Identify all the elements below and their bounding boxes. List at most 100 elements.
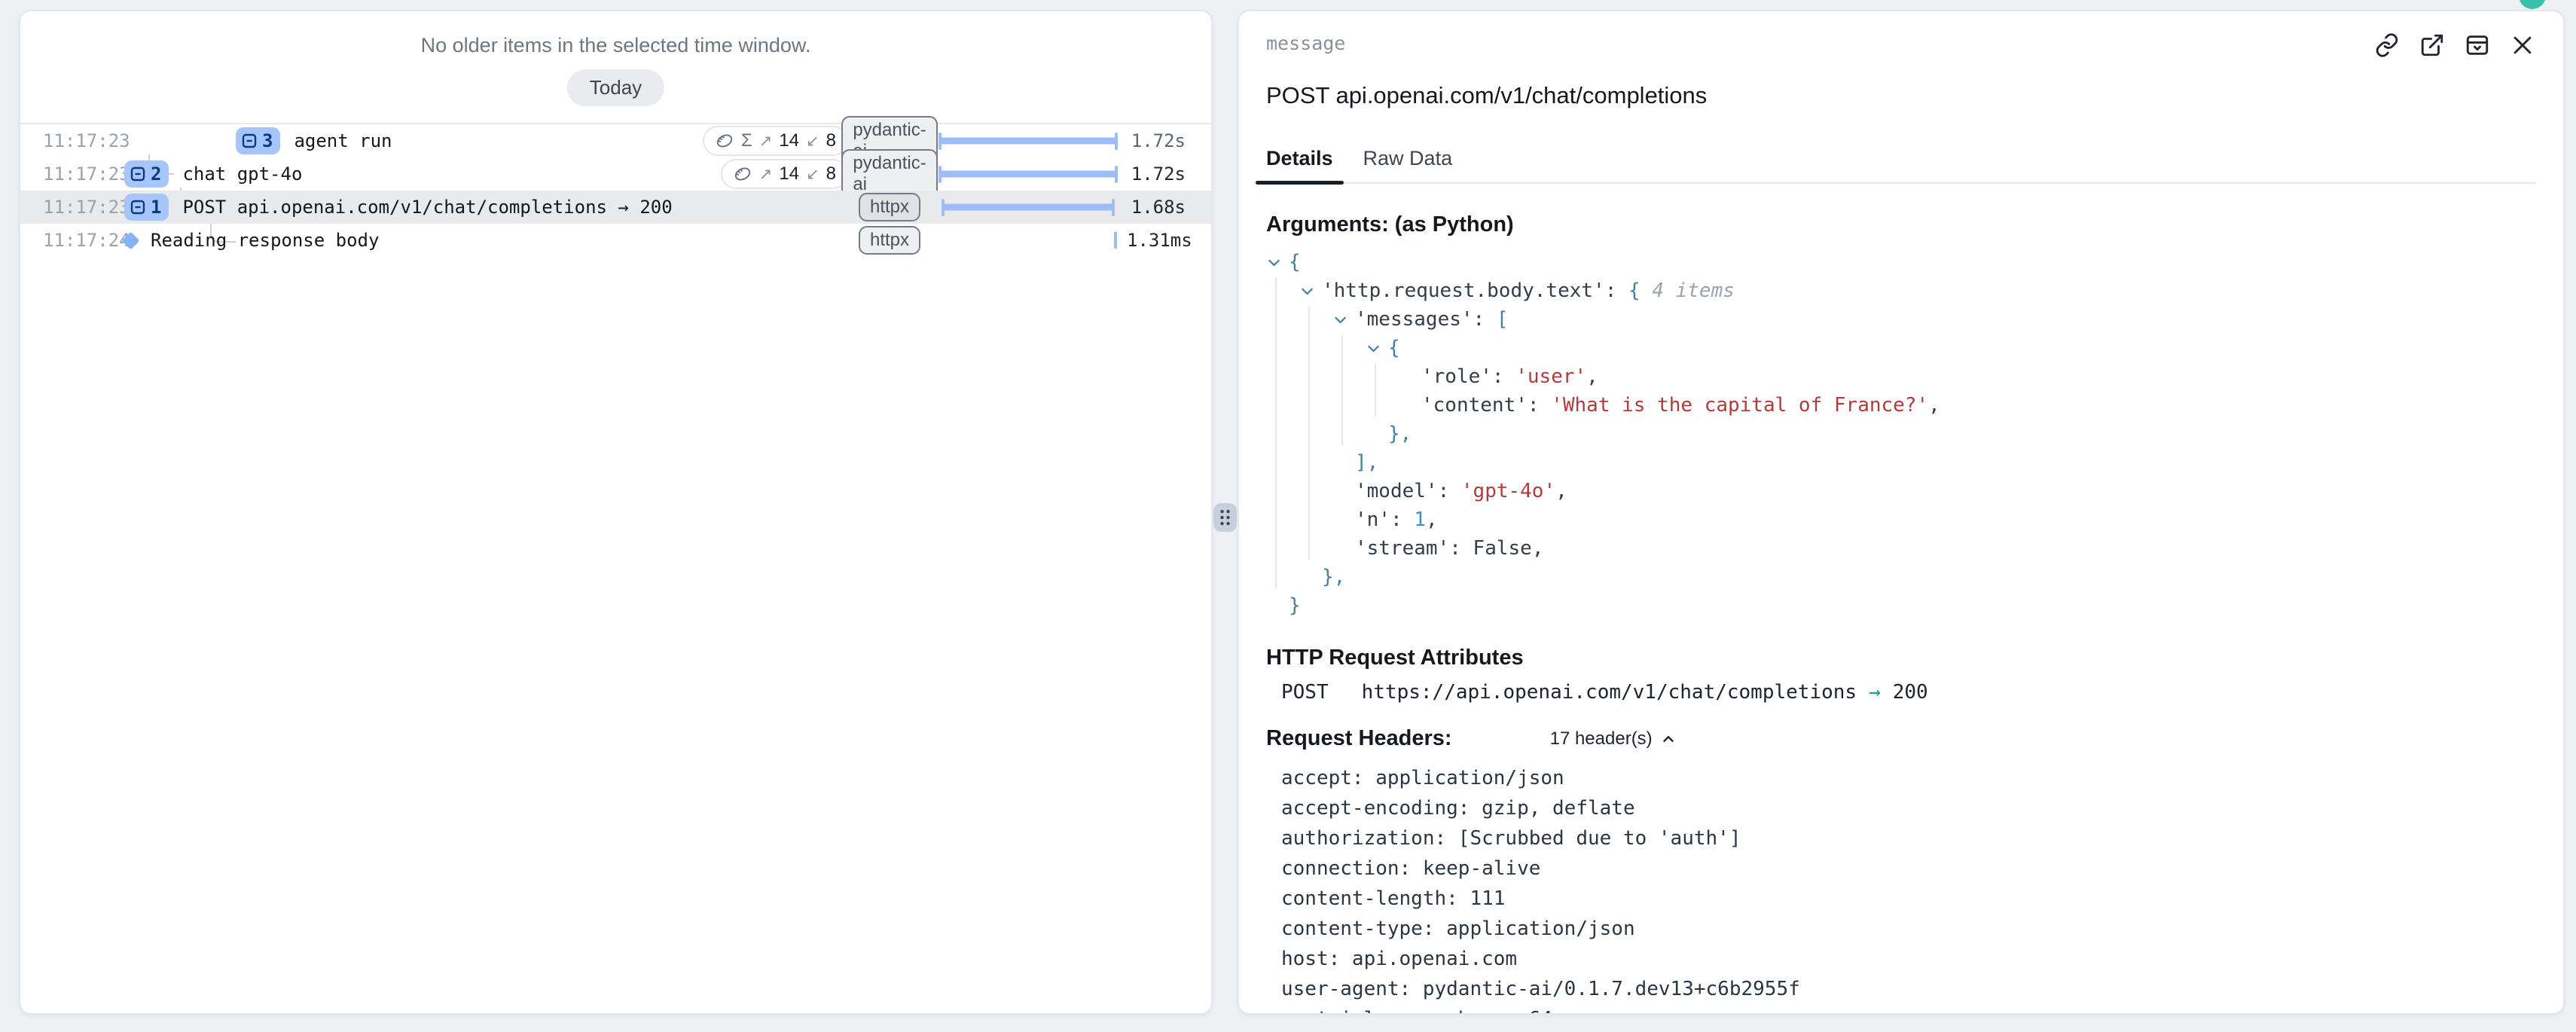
- open-in-new-icon[interactable]: [2419, 32, 2446, 60]
- received-arrow-icon: ↙: [806, 165, 819, 184]
- duration-bar: [943, 204, 1113, 211]
- status-dot: [2519, 0, 2546, 9]
- span-duration: 1.68s: [1127, 197, 1211, 218]
- scope-tag[interactable]: httpx: [859, 226, 920, 255]
- span-row-post-selected[interactable]: 11:17:23 1 POST api.openai.com/v1/chat/c…: [20, 191, 1211, 224]
- code-line: }: [1266, 591, 2536, 620]
- duration-bar: [940, 171, 1116, 178]
- code-line: },: [1266, 420, 2536, 448]
- chevron-down-icon[interactable]: [1332, 312, 1355, 328]
- span-row-reading-body[interactable]: 11:17:24 Reading response body httpx 1.3…: [20, 224, 1211, 257]
- copy-link-icon[interactable]: [2373, 32, 2401, 60]
- span-kind-label: message: [1266, 32, 1345, 54]
- http-method: POST: [1281, 681, 1329, 704]
- header-line: accept-encoding: gzip, deflate: [1281, 793, 2536, 823]
- chevron-up-icon: [1660, 731, 1677, 747]
- code-line: 'http.request.body.text': { 4 items: [1266, 276, 2536, 305]
- panel-resize-grip[interactable]: [1213, 503, 1237, 532]
- child-count: 3: [262, 130, 273, 151]
- span-duration: 1.72s: [1127, 163, 1211, 185]
- sigma-icon: Σ: [741, 130, 752, 151]
- code-line: ],: [1266, 448, 2536, 477]
- token-stats-pill[interactable]: ↗ 14 ↙ 8: [721, 159, 848, 189]
- tokens-coin-icon: [733, 164, 752, 184]
- timeline-bar-cell: [931, 224, 1127, 257]
- empty-notice: No older items in the selected time wind…: [20, 34, 1211, 57]
- sent-tokens: 14: [779, 130, 799, 151]
- timeline-bar-cell: [931, 191, 1127, 224]
- child-count: 1: [151, 197, 161, 218]
- code-line: 'role': 'user',: [1266, 362, 2536, 391]
- span-label: chat gpt-4o: [182, 163, 302, 185]
- detail-tabs: Details Raw Data: [1266, 147, 2536, 184]
- collapse-icon: [129, 165, 147, 183]
- tokens-coin-icon: [715, 131, 734, 151]
- child-count: 2: [151, 163, 161, 185]
- dock-panel-icon[interactable]: [2464, 32, 2491, 60]
- code-line: 'n': 1,: [1266, 505, 2536, 534]
- span-label: Reading response body: [151, 230, 379, 251]
- code-line: 'content': 'What is the capital of Franc…: [1266, 391, 2536, 420]
- code-line: 'model': 'gpt-4o',: [1266, 477, 2536, 505]
- timeline-bar-cell: [931, 124, 1127, 157]
- received-tokens: 8: [826, 163, 836, 185]
- http-attributes-heading: HTTP Request Attributes: [1266, 646, 2536, 670]
- span-time: 11:17:23: [20, 130, 124, 151]
- status-arrow-icon: →: [1869, 681, 1881, 704]
- tab-details[interactable]: Details: [1266, 147, 1333, 182]
- headers-collapse-toggle[interactable]: 17 header(s): [1550, 728, 1677, 750]
- span-time: 11:17:23: [20, 163, 124, 185]
- code-line: {: [1266, 248, 2536, 276]
- collapse-badge[interactable]: 2: [124, 160, 169, 188]
- request-headers-list: accept: application/jsonaccept-encoding:…: [1266, 763, 2536, 1015]
- sent-arrow-icon: ↗: [759, 132, 773, 151]
- scope-tag[interactable]: httpx: [859, 193, 920, 221]
- span-row-chat[interactable]: 11:17:23 2 chat gpt-4o ↗14 ↙8 pydantic-a…: [20, 157, 1211, 191]
- arguments-tree: {'http.request.body.text': { 4 items'mes…: [1266, 248, 2536, 620]
- span-time: 11:17:23: [20, 197, 124, 218]
- span-rows: 11:17:23 3 agent run Σ ↗14 ↙8 pydantic-a…: [20, 123, 1211, 257]
- http-request-line: POST https://api.openai.com/v1/chat/comp…: [1266, 681, 2536, 704]
- tab-raw-data[interactable]: Raw Data: [1363, 147, 1453, 182]
- header-line: x-stainless-arch: arm64: [1281, 1004, 2536, 1015]
- collapse-icon: [240, 132, 258, 150]
- header-line: user-agent: pydantic-ai/0.1.7.dev13+c6b2…: [1281, 974, 2536, 1004]
- collapse-icon: [129, 198, 147, 216]
- header-line: content-type: application/json: [1281, 914, 2536, 944]
- today-button[interactable]: Today: [567, 69, 664, 106]
- chevron-down-icon[interactable]: [1299, 283, 1322, 299]
- duration-bar: [940, 138, 1116, 145]
- received-arrow-icon: ↙: [806, 132, 819, 151]
- code-line: },: [1266, 563, 2536, 591]
- token-stats-pill[interactable]: Σ ↗ 14 ↙ 8: [703, 126, 848, 156]
- headers-count: 17 header(s): [1550, 728, 1653, 750]
- sent-arrow-icon: ↗: [759, 165, 773, 184]
- collapse-badge[interactable]: 3: [236, 127, 280, 154]
- span-label: POST api.openai.com/v1/chat/completions …: [182, 197, 672, 218]
- header-line: content-length: 111: [1281, 884, 2536, 914]
- trace-list-panel: No older items in the selected time wind…: [19, 10, 1213, 1015]
- chevron-down-icon[interactable]: [1366, 340, 1388, 356]
- chevron-down-icon[interactable]: [1266, 255, 1289, 270]
- timeline-bar-cell: [931, 157, 1127, 191]
- span-duration: 1.72s: [1127, 130, 1211, 151]
- span-duration: 1.31ms: [1127, 230, 1211, 251]
- span-row-agent-run[interactable]: 11:17:23 3 agent run Σ ↗14 ↙8 pydantic-a…: [20, 124, 1211, 157]
- sent-tokens: 14: [779, 163, 799, 185]
- detail-title: POST api.openai.com/v1/chat/completions: [1266, 82, 2536, 109]
- span-time: 11:17:24: [20, 230, 124, 251]
- log-diamond-icon: [121, 231, 139, 249]
- collapse-badge[interactable]: 1: [124, 194, 169, 221]
- header-line: connection: keep-alive: [1281, 853, 2536, 884]
- http-url: https://api.openai.com/v1/chat/completio…: [1362, 681, 1857, 704]
- header-line: authorization: [Scrubbed due to 'auth']: [1281, 823, 2536, 853]
- header-line: accept: application/json: [1281, 763, 2536, 793]
- received-tokens: 8: [826, 130, 836, 151]
- request-headers-heading: Request Headers:: [1266, 726, 1452, 751]
- arguments-heading: Arguments: (as Python): [1266, 212, 2536, 237]
- http-status: 200: [1893, 681, 1928, 704]
- close-icon[interactable]: [2509, 32, 2536, 60]
- grip-dots-icon: [1219, 508, 1232, 527]
- header-line: host: api.openai.com: [1281, 944, 2536, 974]
- code-line: {: [1266, 334, 2536, 362]
